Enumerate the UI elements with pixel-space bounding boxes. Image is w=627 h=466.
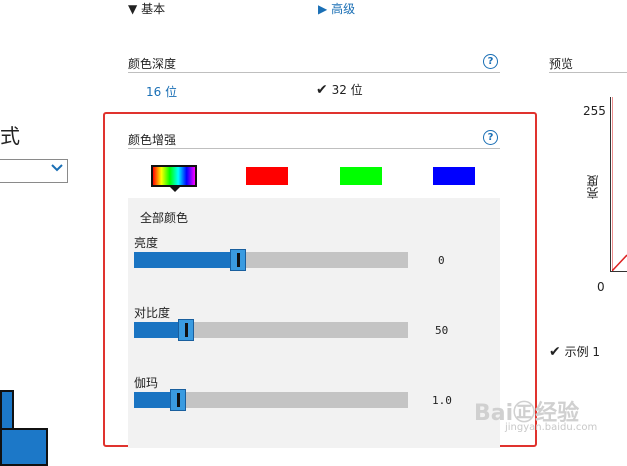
preview-heading: 预览: [549, 57, 574, 71]
slider-fill: [134, 252, 238, 268]
tab-basic-label: 基本: [141, 2, 166, 16]
divider: [549, 72, 627, 73]
slider-thumb[interactable]: [230, 249, 246, 271]
contrast-label: 对比度: [134, 306, 171, 320]
left-heading-fragment: 式: [0, 124, 20, 148]
checkmark-icon: ✔: [316, 82, 328, 98]
slider-thumb[interactable]: [178, 319, 194, 341]
help-icon[interactable]: ?: [483, 130, 498, 145]
preview-axis-label: 亮度: [586, 175, 600, 199]
expand-arrow-icon: ▶: [318, 2, 328, 16]
sample-1-label: 示例 1: [564, 345, 601, 359]
tab-advanced-label: 高级: [331, 2, 356, 16]
channel-label: 全部颜色: [140, 211, 189, 225]
display-monitor-icon[interactable]: [0, 390, 14, 432]
brightness-value: 0: [438, 254, 445, 267]
color-enhancement-heading: 颜色增强: [128, 133, 177, 147]
preview-x-axis: [610, 271, 627, 272]
tab-advanced[interactable]: ▶ 高级: [318, 0, 355, 17]
gamma-label: 伽玛: [134, 376, 159, 390]
watermark-url: jingyan.baidu.com: [505, 422, 598, 433]
swatch-all-colors[interactable]: [151, 165, 197, 187]
chevron-down-icon: [51, 162, 63, 178]
preview-y-min-label: 0: [597, 280, 605, 294]
checkmark-icon: ✔: [549, 344, 561, 360]
preview-y-axis: [610, 97, 611, 272]
preview-curve: [612, 97, 627, 271]
divider: [128, 72, 500, 73]
collapse-arrow-icon: ▼: [128, 2, 138, 16]
preview-y-max-label: 255: [583, 104, 606, 118]
divider: [128, 148, 500, 149]
left-dropdown[interactable]: [0, 159, 68, 183]
color-depth-heading: 颜色深度: [128, 57, 177, 71]
swatch-blue[interactable]: [433, 167, 475, 185]
color-depth-16bit-option[interactable]: 16 位: [146, 83, 177, 100]
gamma-value: 1.0: [432, 394, 452, 407]
selected-swatch-indicator: [170, 187, 180, 192]
tab-basic[interactable]: ▼ 基本: [128, 0, 165, 17]
swatch-green[interactable]: [340, 167, 382, 185]
sample-1-option[interactable]: ✔ 示例 1: [549, 343, 600, 360]
display-monitor-icon[interactable]: [0, 428, 48, 466]
color-depth-32bit-option[interactable]: ✔ 32 位: [316, 81, 363, 98]
swatch-red[interactable]: [246, 167, 288, 185]
brightness-label: 亮度: [134, 236, 159, 250]
color-depth-32bit-label: 32 位: [331, 83, 363, 97]
help-icon[interactable]: ?: [483, 54, 498, 69]
contrast-value: 50: [435, 324, 449, 337]
slider-thumb[interactable]: [170, 389, 186, 411]
